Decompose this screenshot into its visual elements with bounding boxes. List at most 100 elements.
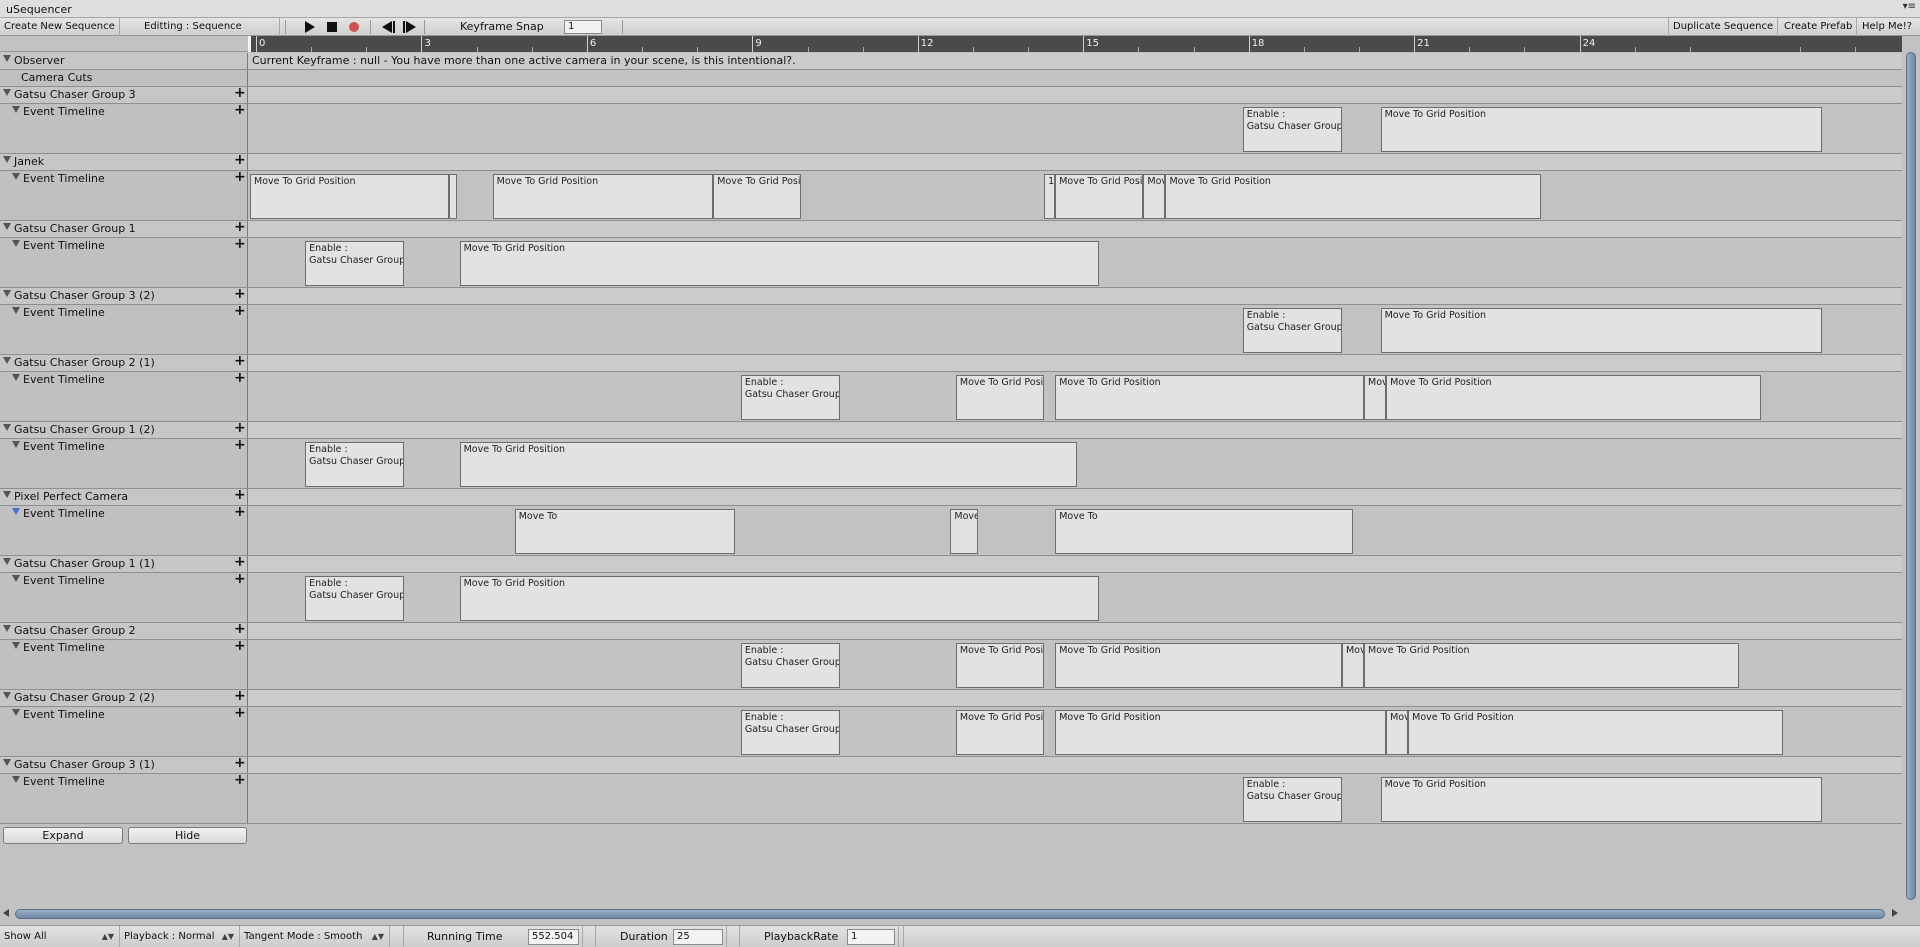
expand-triangle-icon[interactable] [12, 173, 20, 180]
expand-triangle-icon[interactable] [12, 240, 20, 247]
duration-field[interactable]: 25 [673, 929, 723, 945]
expand-triangle-icon[interactable] [12, 307, 20, 314]
add-event-plus-icon[interactable]: + [234, 304, 246, 318]
event-timeline-row[interactable]: Event Timeline + Enable : Gatsu Chaser Gro… [0, 639, 1902, 690]
hide-button[interactable]: Hide [128, 827, 247, 844]
event-block[interactable]: Move To Grid Position [1386, 375, 1762, 420]
group-header-row[interactable]: Gatsu Chaser Group 1 + [0, 220, 1902, 238]
expand-triangle-icon[interactable] [3, 55, 11, 62]
event-block[interactable]: Move To Grid Position [459, 241, 1100, 286]
event-block[interactable]: Move To Grid Position [1380, 777, 1822, 822]
add-track-plus-icon[interactable]: + [234, 488, 246, 502]
expand-triangle-icon[interactable] [3, 290, 11, 297]
duplicate-sequence-button[interactable]: Duplicate Sequence [1668, 18, 1779, 36]
event-block[interactable]: Move To Grid Position [250, 174, 449, 219]
add-event-plus-icon[interactable]: + [234, 371, 246, 385]
show-all-dropdown[interactable]: Show All ▲▼ [0, 926, 120, 947]
add-track-plus-icon[interactable]: + [234, 555, 246, 569]
group-header-row[interactable]: Gatsu Chaser Group 3 + [0, 86, 1902, 104]
add-track-plus-icon[interactable]: + [234, 421, 246, 435]
add-event-plus-icon[interactable]: + [234, 639, 246, 653]
event-block[interactable]: Move To Grid Position [1055, 643, 1342, 688]
event-timeline-row[interactable]: Event Timeline + Enable : Gatsu Chaser Gro… [0, 438, 1902, 489]
event-block[interactable]: Enable : Gatsu Chaser Group 3 [1242, 777, 1342, 822]
add-track-plus-icon[interactable]: + [234, 622, 246, 636]
add-track-plus-icon[interactable]: + [234, 354, 246, 368]
expand-button[interactable]: Expand [3, 827, 123, 844]
group-header-row[interactable]: Gatsu Chaser Group 1 (1) + [0, 555, 1902, 573]
stop-icon[interactable] [324, 20, 340, 34]
add-event-plus-icon[interactable]: + [234, 572, 246, 586]
group-header-row[interactable]: Gatsu Chaser Group 3 (1) + [0, 756, 1902, 774]
group-header-row[interactable]: Gatsu Chaser Group 1 (2) + [0, 421, 1902, 439]
event-block[interactable]: Move To Grid Position [492, 174, 714, 219]
group-header-row[interactable]: Pixel Perfect Camera + [0, 488, 1902, 506]
expand-triangle-icon[interactable] [3, 692, 11, 699]
add-track-plus-icon[interactable]: + [234, 153, 246, 167]
horizontal-scrollbar[interactable] [0, 907, 1902, 921]
add-event-plus-icon[interactable]: + [234, 170, 246, 184]
expand-triangle-icon[interactable] [3, 759, 11, 766]
observer-row[interactable]: Observer Current Keyframe : null - You h… [0, 53, 1902, 70]
expand-triangle-icon[interactable] [3, 491, 11, 498]
add-track-plus-icon[interactable]: + [234, 86, 246, 100]
event-block[interactable]: Move To Grid Position [1341, 643, 1365, 688]
expand-triangle-icon[interactable] [3, 89, 11, 96]
add-event-plus-icon[interactable]: + [234, 773, 246, 787]
event-block[interactable]: Move To [1055, 509, 1353, 554]
event-block[interactable]: Move To Grid Position [1055, 375, 1365, 420]
event-block[interactable]: Move To Grid Position [459, 576, 1100, 621]
event-block[interactable]: Move To Grid Position [1143, 174, 1166, 219]
time-ruler[interactable]: 0 3 6 9 12 15 18 21 24 [248, 36, 1902, 52]
add-track-plus-icon[interactable]: + [234, 756, 246, 770]
add-event-plus-icon[interactable]: + [234, 505, 246, 519]
event-timeline-row[interactable]: Event Timeline + Move To Move To Move To [0, 505, 1902, 556]
add-track-plus-icon[interactable]: + [234, 220, 246, 234]
event-timeline-row[interactable]: Event Timeline + Enable : Gatsu Chaser Gro… [0, 304, 1902, 355]
event-block[interactable]: Move To [514, 509, 736, 554]
create-new-sequence-button[interactable]: Create New Sequence [0, 18, 120, 36]
expand-triangle-icon[interactable] [3, 223, 11, 230]
event-timeline-row[interactable]: Event Timeline + Enable : Gatsu Chaser Gro… [0, 237, 1902, 288]
expand-triangle-icon[interactable] [12, 776, 20, 783]
event-block[interactable]: Enable : Gatsu Chaser Group 2 [740, 643, 841, 688]
add-event-plus-icon[interactable]: + [234, 103, 246, 117]
camera-cuts-row[interactable]: Camera Cuts [0, 70, 1902, 87]
event-block[interactable]: Move To Grid Position [1386, 710, 1409, 755]
event-timeline-row[interactable]: Event Timeline + Enable : Gatsu Chaser Gro… [0, 371, 1902, 422]
scroll-left-arrow-icon[interactable] [3, 909, 9, 917]
editing-sequence-dropdown[interactable]: Editting : Sequence [140, 18, 280, 36]
playback-rate-field[interactable]: 1 [847, 929, 895, 945]
event-block[interactable]: Move To Grid Position [713, 174, 802, 219]
expand-triangle-icon[interactable] [3, 625, 11, 632]
event-block[interactable]: 1 [1044, 174, 1056, 219]
playhead[interactable] [248, 36, 251, 52]
event-block[interactable]: Enable : Gatsu Chaser Group 1 [305, 442, 405, 487]
group-header-row[interactable]: Gatsu Chaser Group 2 (2) + [0, 689, 1902, 707]
horizontal-scroll-thumb[interactable] [15, 909, 1885, 919]
expand-triangle-icon[interactable] [12, 374, 20, 381]
expand-triangle-icon[interactable] [3, 156, 11, 163]
event-block[interactable]: Move To Grid Position [955, 643, 1045, 688]
event-block[interactable]: Move To Grid Position [1165, 174, 1541, 219]
event-block[interactable]: Enable : Gatsu Chaser Group 1 [305, 241, 405, 286]
add-track-plus-icon[interactable]: + [234, 689, 246, 703]
expand-triangle-icon[interactable] [12, 709, 20, 716]
event-block[interactable]: Move To Grid Position [955, 710, 1045, 755]
event-timeline-row[interactable]: Event Timeline + Enable : Gatsu Chaser Gro… [0, 572, 1902, 623]
group-header-row[interactable]: Gatsu Chaser Group 2 + [0, 622, 1902, 640]
event-block[interactable] [448, 174, 457, 219]
expand-triangle-icon[interactable] [12, 642, 20, 649]
event-block[interactable]: Move To Grid Position [1380, 308, 1822, 353]
expand-triangle-icon[interactable] [12, 508, 20, 515]
expand-triangle-icon[interactable] [12, 441, 20, 448]
event-block[interactable]: Enable : Gatsu Chaser Group 1 [305, 576, 405, 621]
add-event-plus-icon[interactable]: + [234, 237, 246, 251]
event-block[interactable]: Enable : Gatsu Chaser Group 2 [740, 710, 841, 755]
expand-triangle-icon[interactable] [3, 424, 11, 431]
window-menu-icon[interactable]: ▾≡ [1903, 1, 1916, 12]
running-time-field[interactable]: 552.504 [528, 929, 579, 945]
vertical-scroll-thumb[interactable] [1906, 52, 1916, 900]
group-header-row[interactable]: Gatsu Chaser Group 3 (2) + [0, 287, 1902, 305]
event-timeline-row[interactable]: Event Timeline + Enable : Gatsu Chaser Gro… [0, 103, 1902, 154]
